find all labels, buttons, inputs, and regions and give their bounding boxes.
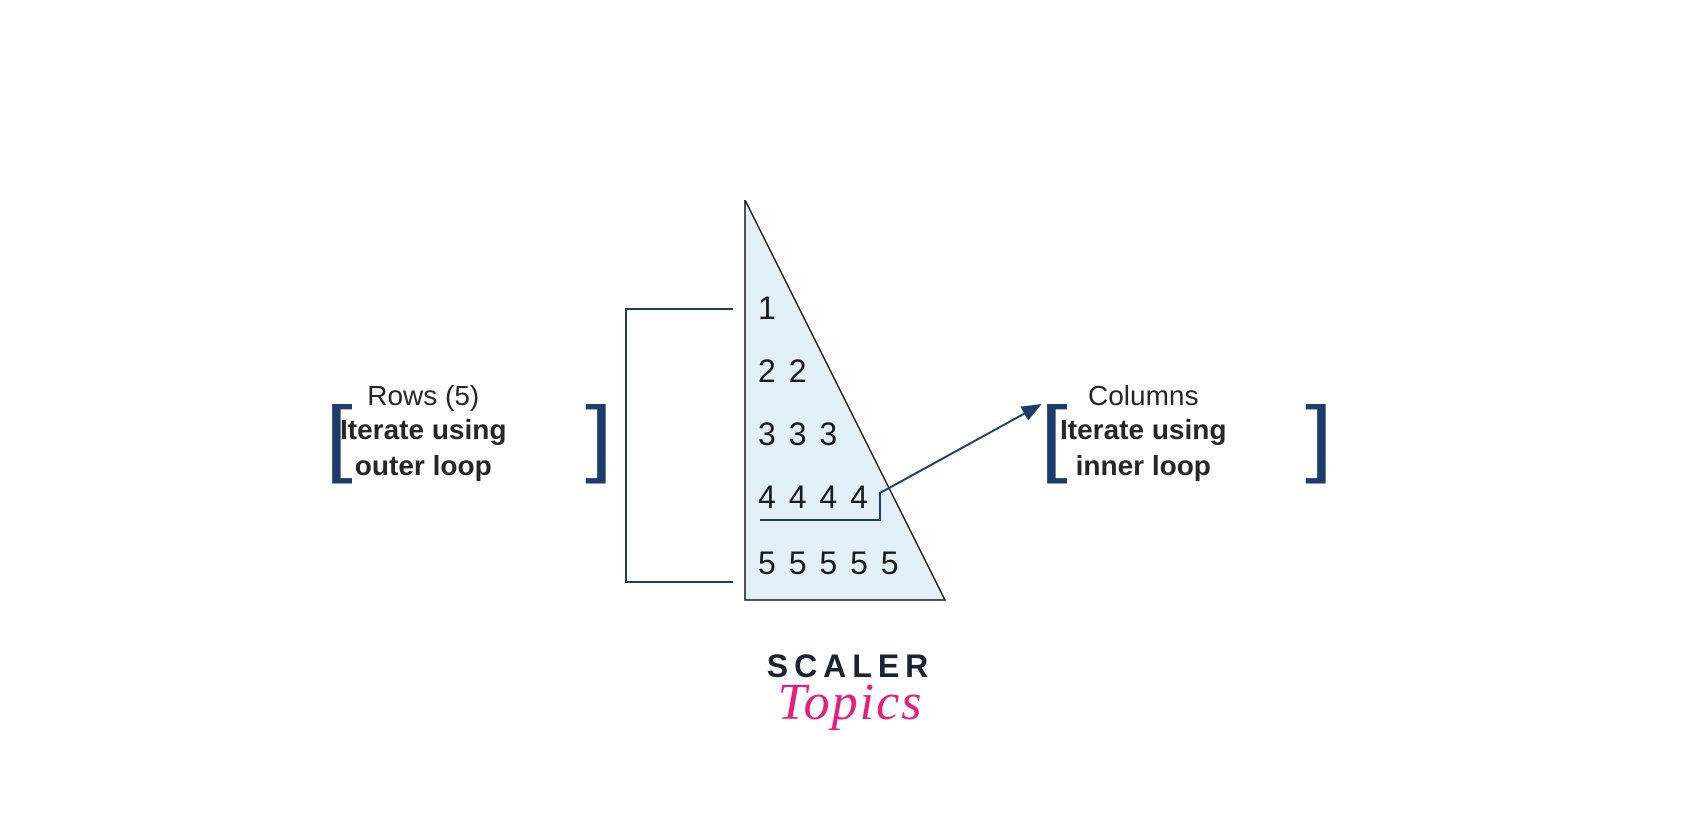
pattern-row-5: 5 5 5 5 5	[758, 545, 901, 582]
rows-line2: outer loop	[340, 448, 506, 484]
columns-arrow	[750, 395, 1050, 535]
columns-line1: Iterate using	[1060, 412, 1226, 448]
rows-label: Rows (5) Iterate using outer loop	[340, 380, 506, 485]
right-bracket-close: ]	[1305, 389, 1333, 487]
columns-label: Columns Iterate using inner loop	[1060, 380, 1226, 485]
brand-logo: SCALER Topics	[767, 648, 935, 732]
logo-sub-text: Topics	[767, 673, 935, 732]
rows-connector	[625, 308, 733, 583]
columns-line2: inner loop	[1060, 448, 1226, 484]
rows-line1: Iterate using	[340, 412, 506, 448]
pattern-row-2: 2 2	[758, 353, 808, 390]
rows-title: Rows (5)	[340, 380, 506, 412]
left-bracket-close: ]	[585, 389, 613, 487]
columns-title: Columns	[1060, 380, 1226, 412]
pattern-row-1: 1	[758, 290, 778, 327]
